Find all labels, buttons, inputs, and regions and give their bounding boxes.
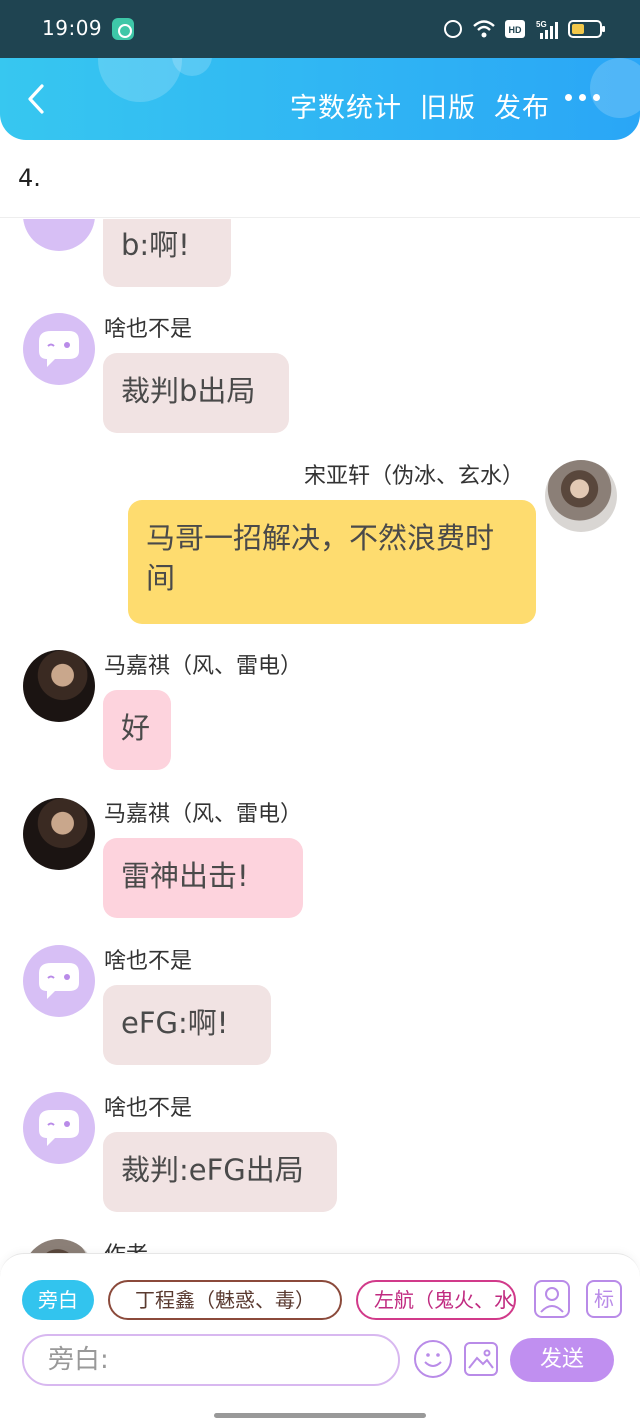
alarm-icon bbox=[444, 20, 462, 38]
sender-name: 啥也不是 bbox=[104, 1096, 193, 1121]
role-chip[interactable]: 丁程鑫（魅惑、毒） bbox=[108, 1280, 342, 1320]
role-chip[interactable]: 左航（鬼火、水 bbox=[356, 1280, 516, 1320]
role-chip-narrator[interactable]: 旁白 bbox=[22, 1280, 94, 1320]
battery-icon bbox=[568, 20, 605, 38]
tag-button[interactable]: 标 bbox=[586, 1280, 622, 1318]
emoji-icon[interactable] bbox=[414, 1340, 452, 1378]
sender-name: 马嘉祺（风、雷电） bbox=[104, 654, 303, 679]
top-app-bar: 字数统计 旧版 发布 bbox=[0, 58, 640, 140]
chapter-title: 4. bbox=[18, 164, 41, 192]
sender-name: 马嘉祺（风、雷电） bbox=[104, 802, 303, 827]
chapter-title-bar[interactable]: 4. bbox=[0, 140, 640, 218]
image-icon[interactable] bbox=[464, 1342, 498, 1376]
svg-text:5G: 5G bbox=[536, 20, 547, 29]
wifi-icon bbox=[472, 18, 495, 40]
message-bubble[interactable]: eFG:啊! bbox=[103, 985, 271, 1065]
message-input[interactable]: 旁白: bbox=[22, 1334, 400, 1386]
message-bubble[interactable]: 马哥一招解决，不然浪费时间 bbox=[128, 500, 536, 624]
chevron-left-icon[interactable] bbox=[22, 82, 52, 116]
person-card-icon[interactable] bbox=[534, 1280, 570, 1318]
old-version-button[interactable]: 旧版 bbox=[420, 86, 476, 125]
decor-bubble bbox=[590, 58, 640, 118]
header-nav: 字数统计 旧版 发布 bbox=[290, 86, 550, 125]
message-bubble[interactable]: 裁判b出局 bbox=[103, 353, 289, 433]
status-time: 19:09 bbox=[42, 16, 103, 40]
gesture-bar bbox=[0, 1389, 640, 1422]
status-icons: HD 5G bbox=[444, 16, 605, 42]
bot-avatar[interactable] bbox=[23, 1092, 95, 1164]
decor-bubble bbox=[98, 58, 182, 102]
sender-name: 啥也不是 bbox=[104, 317, 193, 342]
sender-name: 宋亚轩（伪冰、玄水） bbox=[303, 464, 524, 489]
signal-5g-icon: 5G bbox=[536, 18, 558, 40]
notification-icon bbox=[112, 18, 134, 40]
svg-text:HD: HD bbox=[509, 25, 522, 35]
photo-avatar[interactable] bbox=[23, 650, 95, 722]
message-bubble[interactable]: b:啊! bbox=[103, 219, 231, 287]
bot-avatar[interactable] bbox=[23, 313, 95, 385]
publish-button[interactable]: 发布 bbox=[494, 86, 550, 125]
home-indicator[interactable] bbox=[214, 1413, 426, 1418]
more-dots-icon[interactable] bbox=[565, 94, 600, 101]
bot-avatar[interactable] bbox=[23, 219, 95, 251]
photo-avatar[interactable] bbox=[23, 798, 95, 870]
photo-avatar[interactable] bbox=[545, 460, 617, 532]
message-bubble[interactable]: 裁判:eFG出局 bbox=[103, 1132, 337, 1212]
message-bubble[interactable]: 好 bbox=[103, 690, 171, 770]
message-bubble[interactable]: 雷神出击! bbox=[103, 838, 303, 918]
sender-name: 作者 bbox=[104, 1237, 148, 1253]
photo-avatar[interactable] bbox=[23, 1239, 95, 1253]
status-bar: 19:09 HD 5G bbox=[0, 0, 640, 58]
hd-icon: HD bbox=[504, 18, 526, 40]
chat-list[interactable]: b:啊! 啥也不是 裁判b出局 宋亚轩（伪冰、玄水） 马哥一招解决，不然浪费时间… bbox=[0, 219, 640, 1253]
composer: 旁白 丁程鑫（魅惑、毒） 左航（鬼火、水 标 旁白: 发送 bbox=[0, 1253, 640, 1389]
sender-name: 啥也不是 bbox=[104, 949, 193, 974]
word-count-button[interactable]: 字数统计 bbox=[290, 86, 402, 125]
send-button[interactable]: 发送 bbox=[510, 1338, 614, 1382]
bot-avatar[interactable] bbox=[23, 945, 95, 1017]
